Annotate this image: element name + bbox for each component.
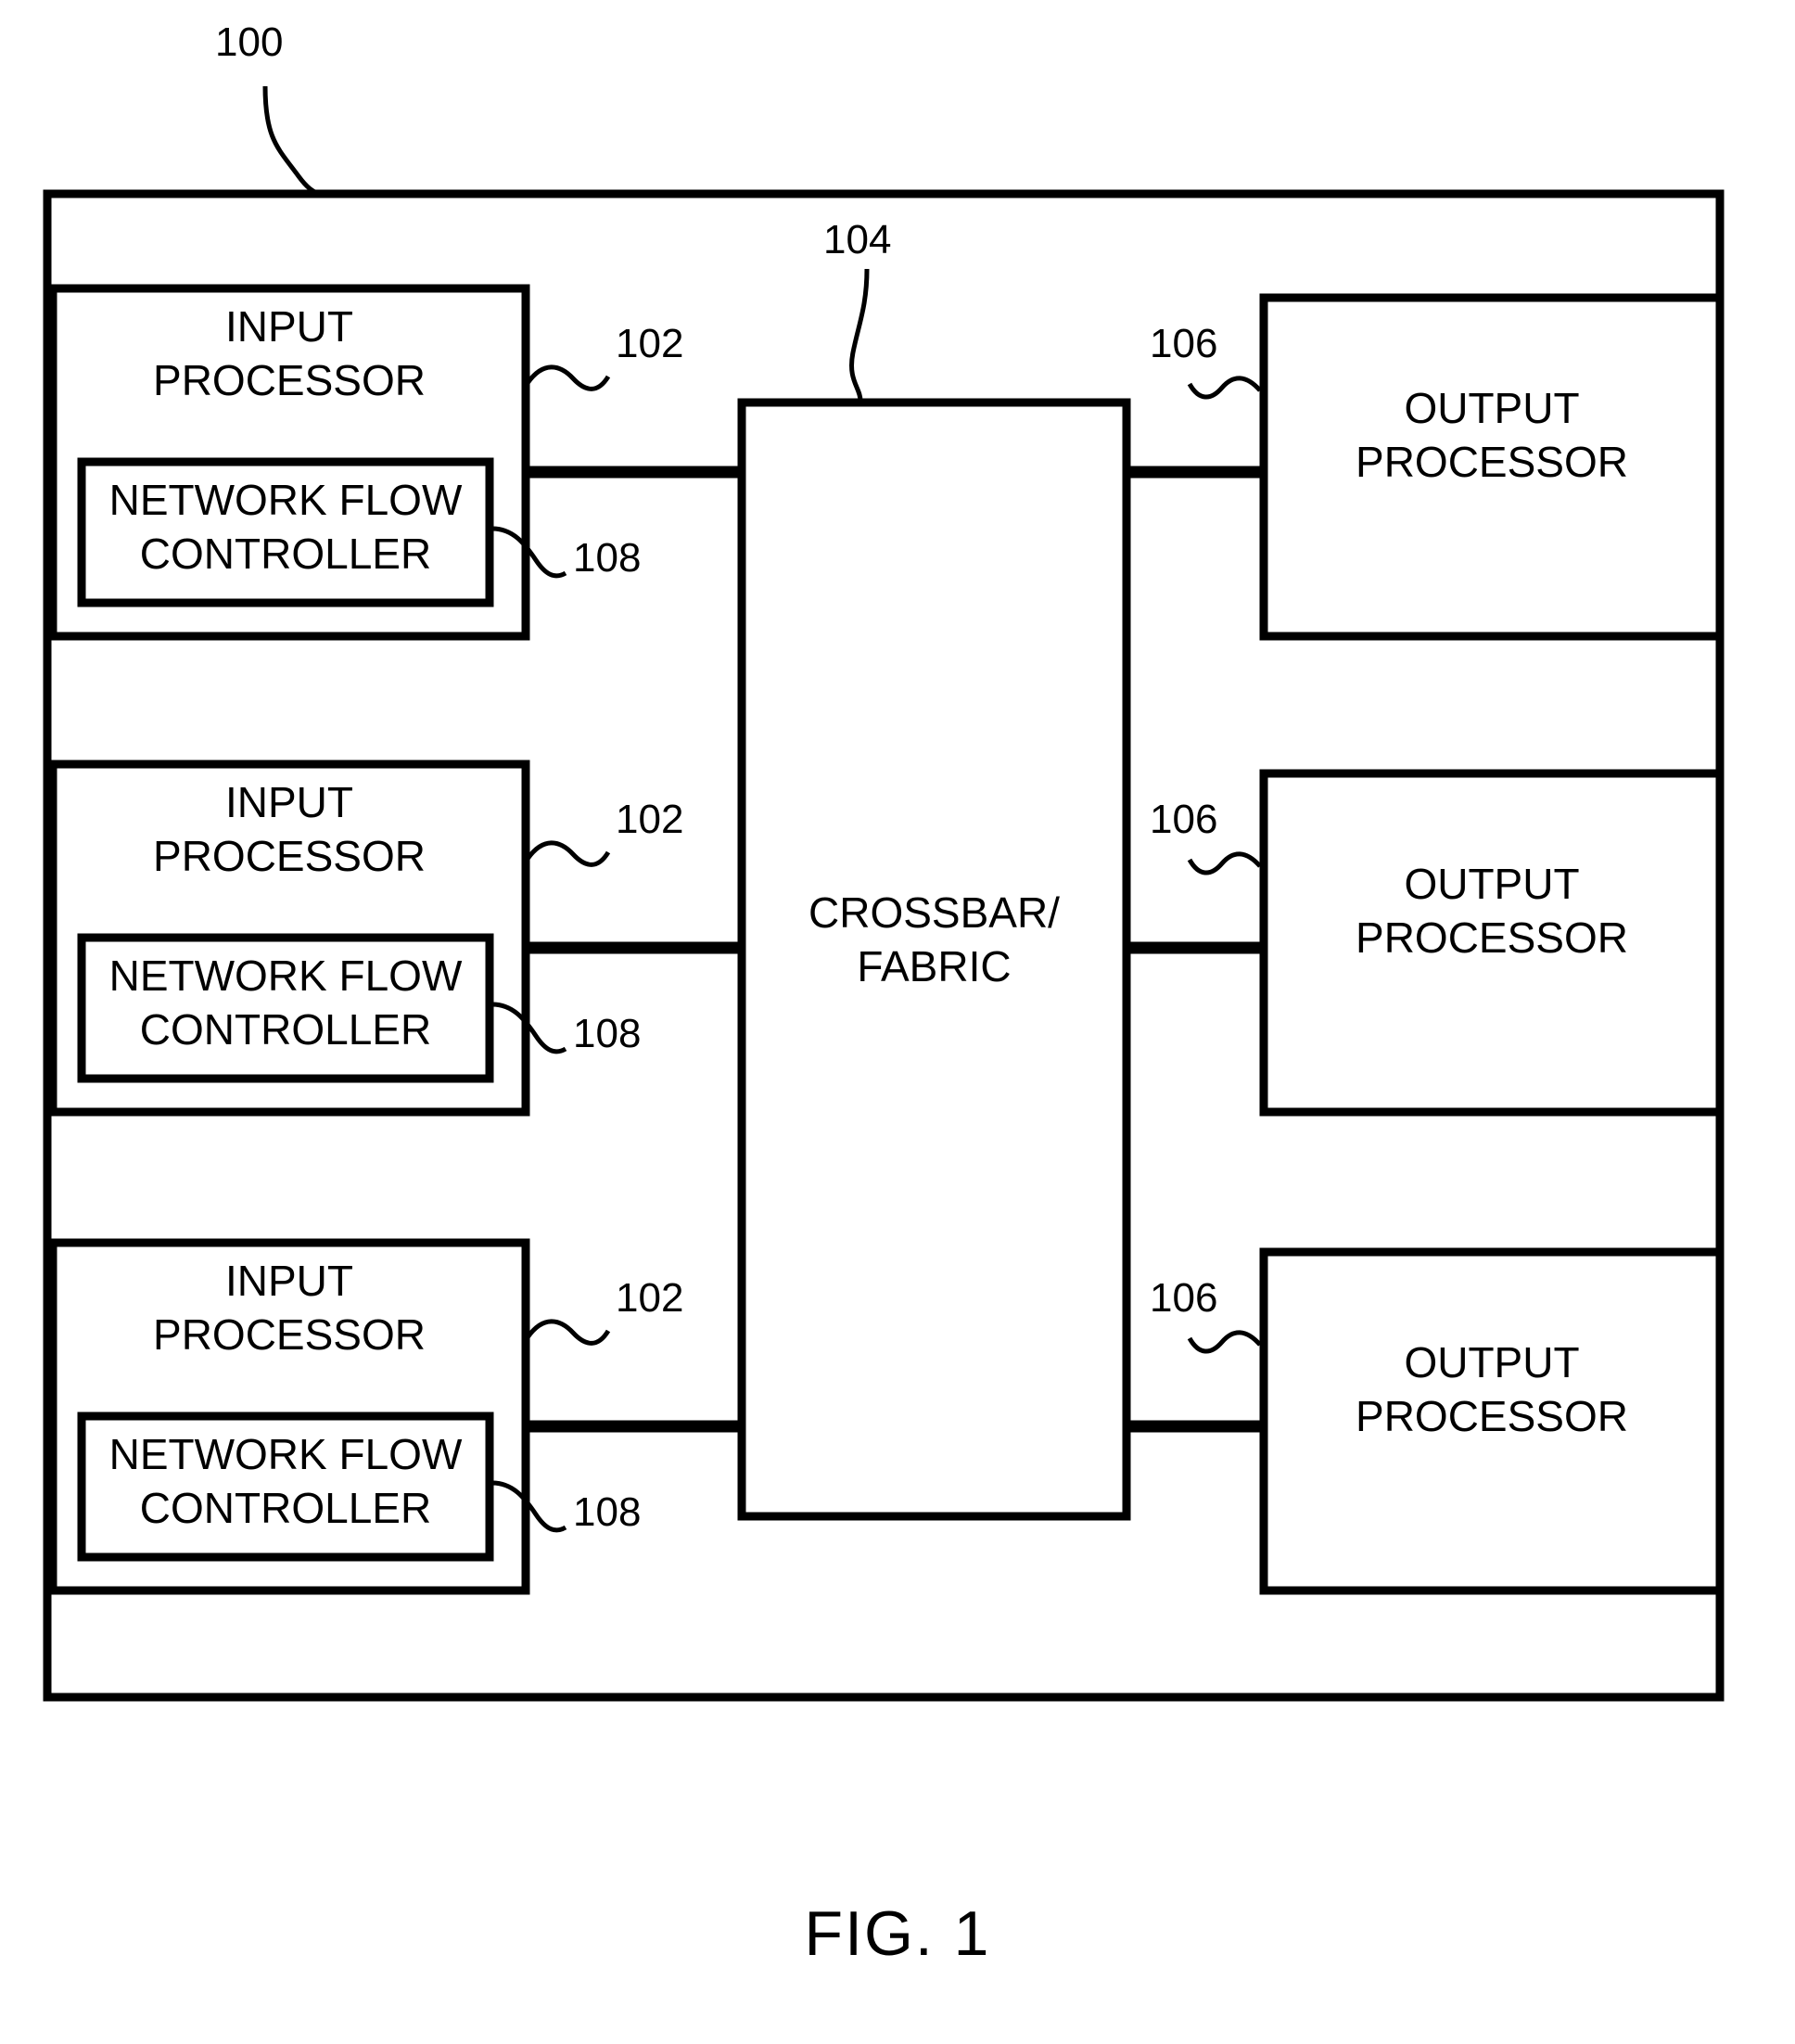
network-flow-controller-label-1-line2: CONTROLLER [139,530,432,578]
output-processor-label-3-line2: PROCESSOR [1356,1392,1628,1440]
output-processor-label-3-line1: OUTPUT [1404,1338,1580,1386]
network-flow-controller-label-3-line1: NETWORK FLOW [108,1430,463,1478]
leader-line-input-processor-102-3 [525,1319,611,1346]
input-processor-label-3-line2: PROCESSOR [153,1310,426,1359]
figure-caption: FIG. 1 [804,1898,991,1969]
ref-number-output-processor-106-3: 106 [1150,1275,1218,1321]
ref-number-system-100: 100 [215,19,284,65]
leader-line-crossbar-104 [849,268,870,402]
ref-number-input-processor-102-1: 102 [616,321,684,366]
ref-number-input-processor-102-2: 102 [616,797,684,842]
leader-line-input-processor-102-2 [525,840,611,867]
input-processor-label-3-line1: INPUT [225,1257,353,1305]
patent-figure-1: 100 104 INPUT PROCESSOR NETWORK FLOW CON… [0,0,1795,2044]
ref-number-input-processor-102-3: 102 [616,1275,684,1321]
leader-line-system-100 [262,85,323,198]
network-flow-controller-label-1-line1: NETWORK FLOW [108,476,463,524]
leader-line-input-processor-102-1 [525,364,611,391]
ref-number-nfc-108-2: 108 [573,1011,642,1056]
input-processor-label-2-line1: INPUT [225,778,353,826]
crossbar-fabric-label-line2: FABRIC [857,942,1012,990]
output-processor-label-2-line2: PROCESSOR [1356,913,1628,962]
network-flow-controller-label-2-line1: NETWORK FLOW [108,952,463,1000]
output-processor-label-1-line2: PROCESSOR [1356,438,1628,486]
ref-number-nfc-108-1: 108 [573,535,642,581]
input-processor-label-1-line2: PROCESSOR [153,356,426,404]
output-processor-label-2-line1: OUTPUT [1404,860,1580,908]
ref-number-output-processor-106-2: 106 [1150,797,1218,842]
output-processor-label-1-line1: OUTPUT [1404,384,1580,432]
input-processor-label-2-line2: PROCESSOR [153,832,426,880]
input-processor-label-1-line1: INPUT [225,302,353,351]
leader-line-output-processor-106-1 [1187,376,1262,400]
network-flow-controller-label-3-line2: CONTROLLER [139,1484,432,1532]
network-flow-controller-label-2-line2: CONTROLLER [139,1005,432,1054]
leader-line-output-processor-106-3 [1187,1330,1262,1354]
ref-number-output-processor-106-1: 106 [1150,321,1218,366]
crossbar-fabric-label-line1: CROSSBAR/ [808,888,1060,937]
ref-number-crossbar-104: 104 [823,217,892,262]
leader-line-output-processor-106-2 [1187,851,1262,875]
ref-number-nfc-108-3: 108 [573,1489,642,1535]
